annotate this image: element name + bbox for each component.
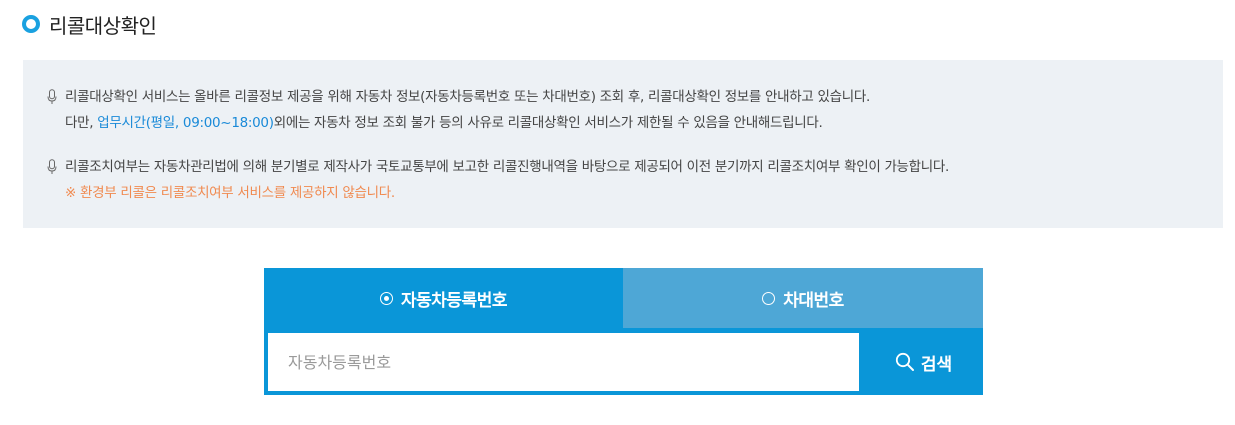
- notice-paragraph-service: 리콜대상확인 서비스는 올바른 리콜정보 제공을 위해 자동차 정보(자동차등록…: [47, 84, 870, 136]
- business-hours-text: 업무시간(평일, 09:00~18:00): [97, 115, 274, 131]
- notice-text: 리콜대상확인 서비스는 올바른 리콜정보 제공을 위해 자동차 정보(자동차등록…: [65, 89, 870, 105]
- notice-paragraph-recall-status: 리콜조치여부는 자동차관리법에 의해 분기별로 제작사가 국토교통부에 보고한 …: [47, 154, 949, 206]
- tab-label: 자동차등록번호: [401, 290, 507, 311]
- search-bar: 검색: [264, 328, 983, 395]
- microphone-icon: [47, 159, 57, 174]
- tab-label: 차대번호: [783, 290, 844, 311]
- notice-text: 리콜조치여부는 자동차관리법에 의해 분기별로 제작사가 국토교통부에 보고한 …: [65, 159, 950, 175]
- page-title: 리콜대상확인: [49, 13, 157, 38]
- notice-box: 리콜대상확인 서비스는 올바른 리콜정보 제공을 위해 자동차 정보(자동차등록…: [23, 60, 1223, 228]
- tab-registration-number[interactable]: 자동차등록번호: [264, 268, 623, 328]
- search-button-label: 검색: [920, 354, 953, 375]
- search-input[interactable]: [268, 333, 859, 391]
- search-icon: [895, 352, 914, 371]
- warning-text: ※ 환경부 리콜은 리콜조치여부 서비스를 제공하지 않습니다.: [65, 185, 395, 201]
- search-panel: 자동차등록번호 차대번호 검색: [264, 268, 983, 395]
- circle-bullet-icon: [22, 15, 40, 33]
- notice-text: 다만,: [65, 115, 98, 131]
- radio-selected-icon: [380, 291, 393, 305]
- notice-text: 외에는 자동차 정보 조회 불가 등의 사유로 리콜대상확인 서비스가 제한될 …: [273, 115, 823, 131]
- radio-unselected-icon: [762, 291, 776, 305]
- notice-text-hours: 다만, 업무시간(평일, 09:00~18:00)외에는 자동차 정보 조회 불…: [47, 110, 870, 136]
- microphone-icon: [47, 89, 57, 104]
- page-header: 리콜대상확인: [22, 10, 157, 38]
- search-button[interactable]: 검색: [864, 333, 983, 391]
- tab-vin[interactable]: 차대번호: [623, 268, 983, 328]
